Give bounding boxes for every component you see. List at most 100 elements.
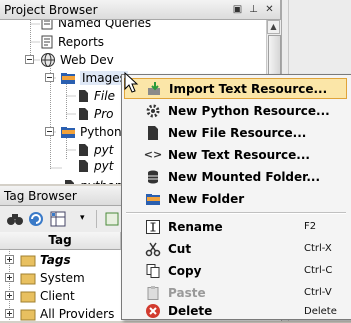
folder-icon <box>144 190 162 208</box>
folder-icon <box>20 255 36 267</box>
menu-item-shortcut: Ctrl-C <box>304 265 333 276</box>
menu-separator <box>126 212 346 214</box>
menu-item-copy[interactable]: Copy Ctrl-C <box>124 260 347 281</box>
tree-item-label: Reports <box>58 35 105 49</box>
copy-icon <box>144 262 162 280</box>
file-icon <box>144 124 162 142</box>
tree-item-label: File <box>94 89 115 103</box>
import-icon <box>145 80 163 98</box>
context-menu: Import Text Resource... New Python Resou… <box>121 74 351 320</box>
menu-item-label: Cut <box>168 241 192 256</box>
expand-toggle-icon[interactable] <box>4 290 16 302</box>
tree-item-python-file[interactable]: python <box>62 177 122 184</box>
menu-item-label: New Python Resource... <box>168 103 330 118</box>
menu-item-label: New Text Resource... <box>168 147 310 162</box>
menu-item-label: New Mounted Folder... <box>168 169 321 184</box>
folder-icon <box>61 73 75 84</box>
menu-item-paste[interactable]: Paste Ctrl-V <box>124 282 347 303</box>
rename-icon <box>144 218 162 236</box>
menu-item-label: New Folder <box>168 191 245 206</box>
expand-toggle-icon[interactable] <box>4 308 16 320</box>
expand-toggle-icon[interactable] <box>4 272 16 284</box>
tag-item-label: All Providers <box>40 307 115 321</box>
folder-icon <box>20 273 36 285</box>
grid-view-icon[interactable] <box>50 211 66 227</box>
tree-item-images[interactable]: Images <box>44 69 128 87</box>
file-icon <box>79 90 88 102</box>
menu-item-label: Copy <box>168 263 202 278</box>
document-icon <box>41 20 53 30</box>
column-header-tag[interactable]: Tag <box>0 232 121 250</box>
globe-icon <box>41 53 55 67</box>
menu-item-new-folder[interactable]: New Folder <box>124 188 347 209</box>
menu-item-shortcut: Delete <box>304 305 337 317</box>
menu-item-label: Import Text Resource... <box>169 81 328 96</box>
menu-item-new-file-resource[interactable]: New File Resource... <box>124 122 347 143</box>
folder-icon <box>20 309 36 321</box>
menu-item-label: Rename <box>168 219 223 234</box>
file-icon <box>79 144 88 156</box>
tree-item-label: Pro <box>94 107 114 121</box>
project-browser-title: Project Browser <box>4 2 98 17</box>
folder-icon <box>20 291 36 303</box>
menu-item-new-text-resource[interactable]: <> New Text Resource... <box>124 144 347 165</box>
tree-item-label: pyt <box>94 159 114 173</box>
collapse-toggle-icon[interactable] <box>44 72 56 84</box>
tree-item-pyt-2[interactable]: pyt <box>76 157 113 175</box>
tag-item-label: System <box>40 271 85 285</box>
dropdown-arrow-icon[interactable]: ▾ <box>80 213 85 223</box>
collapse-toggle-icon[interactable] <box>24 54 36 66</box>
tree-item-label: Web Dev <box>60 53 114 67</box>
scissors-icon <box>144 240 162 258</box>
tag-item-label: Client <box>40 289 75 303</box>
folder-icon <box>61 127 75 138</box>
database-icon <box>144 168 162 186</box>
python-gear-icon <box>144 102 162 120</box>
float-icon[interactable]: ▣ <box>231 3 244 16</box>
file-icon <box>65 180 74 184</box>
delete-icon <box>144 302 162 320</box>
menu-item-import-text-resource[interactable]: Import Text Resource... <box>124 78 347 99</box>
tree-item-python[interactable]: Python <box>44 123 122 141</box>
menu-item-shortcut: F2 <box>304 221 317 232</box>
mouse-cursor-icon <box>124 72 139 93</box>
tree-item-label: Named Queries <box>58 20 152 30</box>
tag-item-client[interactable]: Client <box>4 287 75 305</box>
scroll-up-button[interactable]: ▲ <box>267 20 280 34</box>
tag-item-label: Tags <box>40 253 71 267</box>
pin-icon[interactable]: ⊥ <box>247 3 260 16</box>
tree-item-label: pyt <box>94 143 114 157</box>
code-brackets-icon: <> <box>143 148 163 161</box>
file-icon <box>79 160 88 172</box>
binoculars-icon[interactable] <box>6 211 24 227</box>
toolbar-separator <box>96 210 97 228</box>
menu-item-new-python-resource[interactable]: New Python Resource... <box>124 100 347 121</box>
tree-item-label: python <box>80 179 122 184</box>
menu-item-shortcut: Ctrl-V <box>304 287 332 298</box>
menu-item-new-mounted-folder[interactable]: New Mounted Folder... <box>124 166 347 187</box>
menu-item-label: Delete <box>168 304 213 318</box>
file-icon <box>79 108 88 120</box>
menu-item-cut[interactable]: Cut Ctrl-X <box>124 238 347 259</box>
tag-item-all-providers[interactable]: All Providers <box>4 305 114 323</box>
paste-icon <box>144 284 162 302</box>
tree-item-reports[interactable]: Reports <box>40 33 104 51</box>
menu-item-shortcut: Ctrl-X <box>304 243 332 254</box>
tree-item-web-dev[interactable]: Web Dev <box>24 51 114 69</box>
refresh-icon[interactable] <box>28 211 44 227</box>
tree-item-named-queries[interactable]: Named Queries <box>40 20 151 32</box>
collapse-toggle-icon[interactable] <box>44 126 56 138</box>
close-icon[interactable]: ✕ <box>263 3 276 16</box>
menu-item-label: New File Resource... <box>168 125 307 140</box>
report-icon <box>41 35 53 49</box>
menu-item-label: Paste <box>168 285 206 300</box>
tree-item-label: Python <box>80 125 122 139</box>
tag-item-system[interactable]: System <box>4 269 85 287</box>
tree-item-pro[interactable]: Pro <box>76 105 114 123</box>
add-tag-icon[interactable] <box>104 211 120 227</box>
menu-item-rename[interactable]: Rename F2 <box>124 216 347 237</box>
expand-toggle-icon[interactable] <box>4 254 16 266</box>
tree-item-file[interactable]: File <box>76 87 115 105</box>
tag-item-tags[interactable]: Tags <box>4 251 71 269</box>
menu-item-delete[interactable]: Delete Delete <box>124 304 347 318</box>
